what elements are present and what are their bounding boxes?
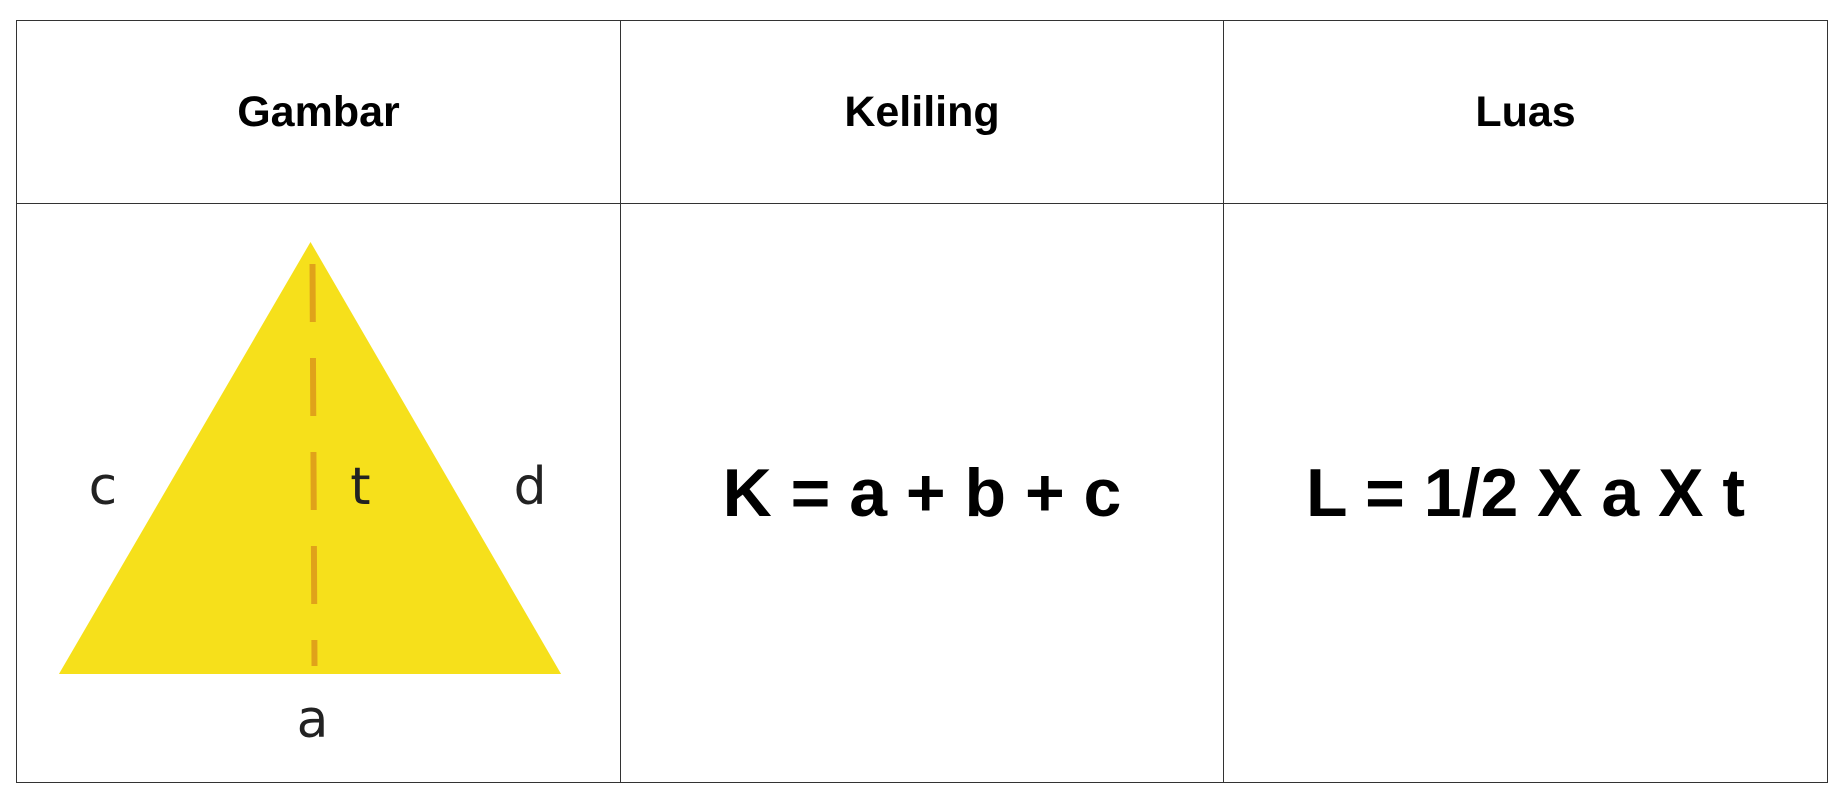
triangle-figure: c t d a [58,242,562,750]
header-figure: Gambar [16,20,621,204]
header-row: Gambar Keliling Luas [16,20,1828,204]
side-label-d: d [514,457,547,517]
header-area: Luas [1223,20,1828,204]
content-row: c t d a K = a + b + c L = 1/2 X a X t [16,203,1828,783]
base-label-a: a [297,690,329,750]
formula-table: Gambar Keliling Luas c t d a K = a + b +… [16,20,1828,783]
header-perimeter: Keliling [620,20,1224,204]
area-formula: L = 1/2 X a X t [1223,203,1828,783]
height-label-t: t [350,457,370,517]
triangle-figure-cell: c t d a [16,203,621,783]
perimeter-formula: K = a + b + c [620,203,1224,783]
side-label-c: c [89,457,118,517]
